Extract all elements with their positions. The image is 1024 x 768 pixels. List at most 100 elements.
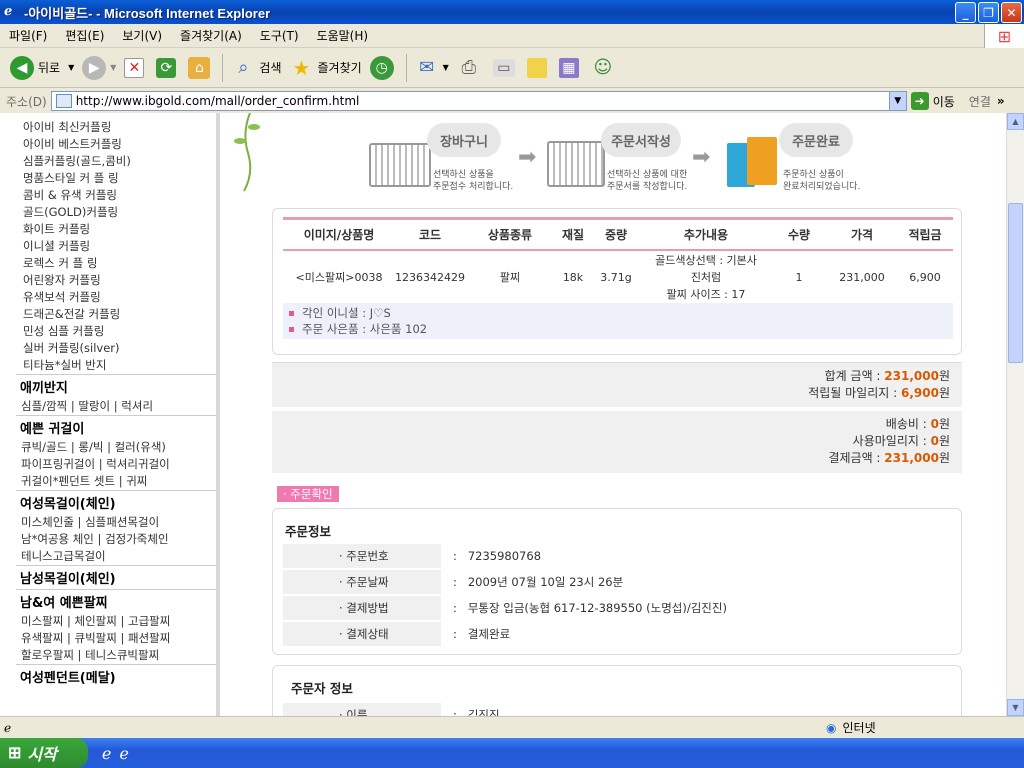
- list-item: 주문 사은품 : 사은품 102: [289, 321, 953, 337]
- sidebar-item[interactable]: 아이비 최신커플링: [16, 119, 216, 136]
- home-icon: ⌂: [188, 56, 211, 79]
- info-row: · 주문번호: 7235980768: [283, 544, 541, 568]
- sidebar-item[interactable]: 이니셜 커플링: [16, 238, 216, 255]
- security-zone: ◉ 인터넷: [826, 720, 876, 736]
- windows-flag-icon: ⊞: [8, 745, 22, 762]
- sidebar-item[interactable]: 로렉스 커 플 링: [16, 255, 216, 272]
- menu-file[interactable]: 파일(F): [0, 27, 56, 44]
- status-bar: ℯ ◉ 인터넷: [0, 716, 1024, 738]
- mail-icon: ✉: [419, 57, 435, 78]
- start-button[interactable]: ⊞ 시작: [0, 738, 88, 768]
- sidebar-section-title[interactable]: 여성펜던트(메달): [16, 664, 216, 688]
- maximize-button[interactable]: ❐: [978, 2, 999, 23]
- chevron-right-icon[interactable]: »: [997, 94, 1005, 108]
- minimize-button[interactable]: _: [955, 2, 976, 23]
- product-name-link[interactable]: <미스팔찌>0038: [283, 269, 395, 285]
- info-row: · 결제상태: 결제완료: [283, 622, 510, 646]
- dropdown-icon[interactable]: ▼: [68, 63, 74, 72]
- sidebar-section-title[interactable]: 애끼반지: [16, 374, 216, 398]
- sidebar-link-line[interactable]: 테니스고급목걸이: [16, 548, 216, 565]
- table-row: <미스팔찌>0038 1236342429 팔찌 18k 3.71g 골드색상선…: [283, 251, 953, 303]
- sidebar-item[interactable]: 티타늄*실버 반지: [16, 357, 216, 374]
- menu-edit[interactable]: 편집(E): [56, 27, 113, 44]
- step-title: 주문완료: [779, 123, 853, 157]
- sidebar-link-line[interactable]: 파이프링귀걸이 | 럭셔리귀걸이: [16, 456, 216, 473]
- favorites-button[interactable]: ★ 즐겨찾기: [286, 52, 366, 84]
- history-button[interactable]: ◷: [366, 52, 402, 84]
- sidebar-section-title[interactable]: 예쁜 귀걸이: [16, 415, 216, 439]
- sidebar-link-line[interactable]: 유색팔찌 | 큐빅팔찌 | 패션팔찌: [16, 630, 216, 647]
- ie-quicklaunch-icon[interactable]: ℯ: [102, 744, 111, 763]
- sidebar-item[interactable]: 심플커플링(골드,콤비): [16, 153, 216, 170]
- section-title: 주문자 정보: [291, 681, 353, 696]
- menu-view[interactable]: 보기(V): [113, 27, 171, 44]
- vertical-scrollbar[interactable]: ▲ ▼: [1006, 113, 1024, 716]
- sidebar-item[interactable]: 어린왕자 커플링: [16, 272, 216, 289]
- search-button[interactable]: ⌕ 검색: [227, 52, 285, 84]
- printer-icon: ⎙: [461, 57, 477, 78]
- sidebar-link-line[interactable]: 미스팔찌 | 체인팔찌 | 고급팔찌: [16, 613, 216, 630]
- home-button[interactable]: ⌂: [184, 52, 218, 84]
- address-dropdown-icon[interactable]: ▼: [888, 92, 906, 110]
- messenger-button[interactable]: ☺: [587, 52, 623, 84]
- refresh-button[interactable]: ⟳: [152, 52, 184, 84]
- print-button[interactable]: ⎙: [453, 52, 489, 84]
- category-sidebar: 아이비 최신커플링 아이비 베스트커플링 심플커플링(골드,콤비) 명품스타일 커 플…: [16, 113, 220, 716]
- step-arrow-icon: ➡: [692, 145, 711, 170]
- sidebar-item[interactable]: 콤비 & 유색 커플링: [16, 187, 216, 204]
- back-arrow-icon: ◀: [10, 55, 34, 80]
- order-steps: 장바구니 선택하신 상품을 주문접수 처리합니다. ➡ 주문서작성 선택하신 상품…: [365, 113, 875, 208]
- sidebar-link-line[interactable]: 심플/깜찍 | 딸랑이 | 럭셔리: [16, 398, 216, 415]
- edit-button[interactable]: ▭: [489, 52, 523, 84]
- sidebar-link-line[interactable]: 미스체인줄 | 심플패션목걸이: [16, 514, 216, 531]
- close-button[interactable]: ✕: [1001, 2, 1022, 23]
- links-toolbar[interactable]: 연결: [969, 93, 991, 110]
- taskbar: ⊞ 시작 ℯ ℯ: [0, 738, 1024, 768]
- dropdown-icon[interactable]: ▼: [110, 63, 116, 72]
- sidebar-item[interactable]: 명품스타일 커 플 링: [16, 170, 216, 187]
- order-info-box: 주문정보 · 주문번호: 7235980768 · 주문날짜: 2009년 07…: [272, 508, 962, 655]
- research-icon: ▦: [558, 57, 579, 78]
- order-confirm-tag: · 주문확인: [277, 486, 339, 502]
- history-icon: ◷: [369, 55, 394, 80]
- forward-button[interactable]: ▶ ▼: [78, 52, 120, 84]
- address-input[interactable]: http://www.ibgold.com/mall/order_confirm…: [50, 91, 907, 111]
- sidebar-link-line[interactable]: 남*여공용 체인 | 검정가죽체인: [16, 531, 216, 548]
- sidebar-item[interactable]: 민성 심플 커플링: [16, 323, 216, 340]
- menu-favorites[interactable]: 즐겨찾기(A): [171, 27, 251, 44]
- sidebar-item[interactable]: 골드(GOLD)커플링: [16, 204, 216, 221]
- sidebar-item[interactable]: 실버 커플링(silver): [16, 340, 216, 357]
- sidebar-item[interactable]: 드래곤&전갈 커플링: [16, 306, 216, 323]
- sidebar-item[interactable]: 화이트 커플링: [16, 221, 216, 238]
- stop-button[interactable]: ✕: [120, 52, 152, 84]
- sidebar-section-title[interactable]: 여성목걸이(체인): [16, 490, 216, 514]
- payment-summary-box: 배송비 : 0원 사용마일리지 : 0원 결제금액 : 231,000원: [272, 411, 962, 473]
- info-row: · 주문날짜: 2009년 07월 10일 23시 26분: [283, 570, 623, 594]
- menu-bar: 파일(F) 편집(E) 보기(V) 즐겨찾기(A) 도구(T) 도움말(H): [0, 24, 1024, 48]
- dropdown-icon[interactable]: ▼: [443, 63, 449, 72]
- sidebar-link-line[interactable]: 귀걸이*펜던트 셋트 | 귀찌: [16, 473, 216, 490]
- go-button[interactable]: ➜ 이동: [910, 92, 955, 110]
- discuss-button[interactable]: [523, 52, 555, 84]
- research-button[interactable]: ▦: [555, 52, 587, 84]
- title-bar: ℯ -아이비골드- - Microsoft Internet Explorer …: [0, 0, 1024, 24]
- menu-tools[interactable]: 도구(T): [251, 27, 308, 44]
- scroll-up-icon[interactable]: ▲: [1007, 113, 1024, 130]
- info-row: · 이름: 김진진: [283, 703, 500, 716]
- address-bar: 주소(D) http://www.ibgold.com/mall/order_c…: [0, 89, 1024, 113]
- sidebar-link-line[interactable]: 큐빅/골드 | 롱/빅 | 컬러(유색): [16, 439, 216, 456]
- scroll-thumb[interactable]: [1008, 203, 1023, 363]
- page-status-icon: ℯ: [4, 720, 12, 735]
- sidebar-section-title[interactable]: 남&여 예쁜팔찌: [16, 589, 216, 613]
- menu-help[interactable]: 도움말(H): [308, 27, 378, 44]
- stop-icon: ✕: [124, 57, 145, 78]
- sidebar-item[interactable]: 아이비 베스트커플링: [16, 136, 216, 153]
- scroll-down-icon[interactable]: ▼: [1007, 699, 1024, 716]
- vine-decoration: [234, 113, 260, 192]
- ie-quicklaunch-icon[interactable]: ℯ: [119, 744, 128, 763]
- mail-button[interactable]: ✉ ▼: [411, 52, 453, 84]
- sidebar-link-line[interactable]: 할로우팔찌 | 테니스큐빅팔찌: [16, 647, 216, 664]
- back-button[interactable]: ◀ 뒤로 ▼: [6, 52, 78, 84]
- sidebar-item[interactable]: 유색보석 커플링: [16, 289, 216, 306]
- sidebar-section-title[interactable]: 남성목걸이(체인): [16, 565, 216, 589]
